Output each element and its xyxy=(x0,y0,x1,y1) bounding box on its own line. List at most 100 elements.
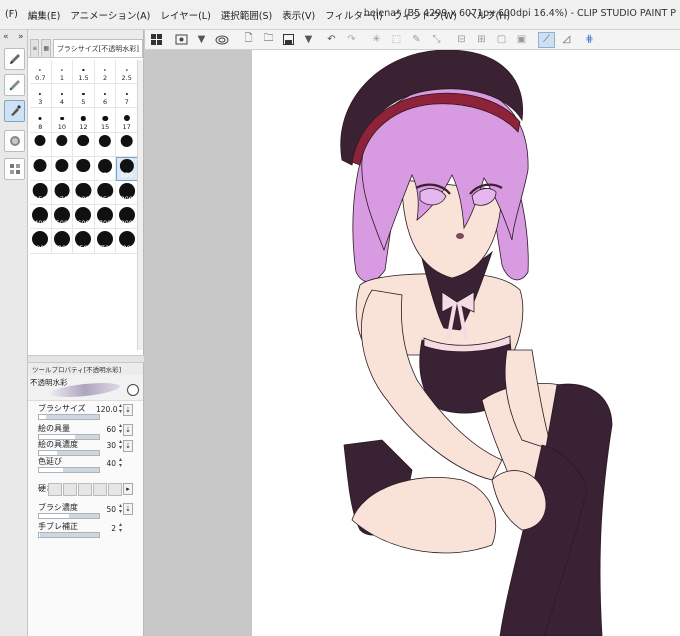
menu-view[interactable]: 表示(V) xyxy=(277,8,320,22)
hardness-selector[interactable] xyxy=(48,483,123,496)
brush-size-cell-8[interactable]: 8 xyxy=(30,108,52,133)
brush-size-cell-600[interactable]: 600 xyxy=(73,205,95,230)
hardness-level-2[interactable] xyxy=(63,483,77,496)
scale-button[interactable]: ⤡ xyxy=(428,32,445,48)
brush-size-cell-12[interactable]: 12 xyxy=(73,108,95,133)
save-dropdown-button[interactable]: ▼ xyxy=(300,32,317,48)
brush-size-cell-15[interactable]: 15 xyxy=(94,108,117,133)
brush-size-cell-17[interactable]: 17 xyxy=(116,108,138,133)
brush-size-cell-700[interactable]: 700 xyxy=(94,205,117,230)
brush-size-cell-5[interactable]: 5 xyxy=(73,84,95,109)
brush-size-cell-70[interactable]: 70 xyxy=(51,156,74,181)
brush-size-cell-2[interactable]: 2 xyxy=(94,60,117,85)
stabilization-spinner[interactable]: ▴ ▾ xyxy=(117,522,124,534)
brush-size-cell-50[interactable]: 50 xyxy=(116,132,138,157)
brush-size-cell-0_7[interactable]: 0.7 xyxy=(30,60,52,85)
open-file-button[interactable]: 🗀 xyxy=(260,32,277,48)
brush-density-value[interactable]: 50 xyxy=(96,505,116,514)
brush-size-cell-25[interactable]: 25 xyxy=(51,132,74,157)
brush-size-cell-7[interactable]: 7 xyxy=(116,84,138,109)
brush-size-cell-500[interactable]: 500 xyxy=(51,205,74,230)
collapse-right-icon[interactable]: » xyxy=(18,32,24,42)
ruler-snap-button[interactable]: ⟋ xyxy=(538,31,555,48)
brush-size-cell-1500[interactable]: 1500 xyxy=(73,229,95,254)
pen-edit-button[interactable]: ✎ xyxy=(408,32,425,48)
airbrush-tool-button[interactable] xyxy=(4,130,25,152)
brush-tool-button[interactable] xyxy=(4,100,25,122)
menu-selection[interactable]: 選択範囲(S) xyxy=(216,8,277,22)
brush-size-value[interactable]: 120.0 xyxy=(96,405,117,414)
brush-size-cell-10[interactable]: 10 xyxy=(51,108,74,133)
brush-size-cell-80[interactable]: 80 xyxy=(73,156,95,181)
brush-size-slider[interactable] xyxy=(38,414,100,420)
hardness-level-1[interactable] xyxy=(48,483,62,496)
stabilization-slider[interactable] xyxy=(38,532,100,538)
spiral-button[interactable] xyxy=(213,32,230,48)
new-file-button[interactable]: 🗋 xyxy=(240,32,257,48)
hardness-level-5[interactable] xyxy=(108,483,122,496)
selection-border-button[interactable]: ▢ xyxy=(493,32,510,48)
brush-size-cell-60[interactable]: 60 xyxy=(30,156,52,181)
brush-size-cell-200[interactable]: 200 xyxy=(73,180,95,206)
tool-property-tab[interactable]: ツールプロパティ[不透明水彩] xyxy=(32,364,121,374)
sub-tool-tab[interactable]: ▦ xyxy=(41,39,51,57)
crop-button[interactable]: ▣ xyxy=(513,32,530,48)
brush-size-cell-2_5[interactable]: 2.5 xyxy=(116,60,138,85)
brush-size-pressure-button[interactable]: ⇣ xyxy=(123,404,133,416)
menu-file[interactable]: (F) xyxy=(0,9,23,20)
brush-size-cell-3[interactable]: 3 xyxy=(30,84,52,109)
brush-size-cell-150[interactable]: 150 xyxy=(30,180,52,206)
panel-menu-tab[interactable]: ≡ xyxy=(30,39,40,57)
clear-button[interactable]: ✳ xyxy=(368,32,385,48)
invert-selection-button[interactable]: ⊞ xyxy=(473,32,490,48)
brush-size-cell-40[interactable]: 40 xyxy=(94,132,117,157)
brush-density-pressure-button[interactable]: ⇣ xyxy=(123,503,133,515)
grid-snap-button[interactable]: ⋕ xyxy=(581,32,598,48)
brush-size-cell-30[interactable]: 30 xyxy=(73,132,95,157)
collapse-left-icon[interactable]: « xyxy=(3,32,9,42)
decoration-tool-button[interactable] xyxy=(4,158,25,180)
magnify-icon[interactable] xyxy=(127,384,139,396)
brush-size-cell-6[interactable]: 6 xyxy=(94,84,117,109)
hardness-level-3[interactable] xyxy=(78,483,92,496)
grid-view-button[interactable] xyxy=(148,32,165,48)
brush-size-cell-400[interactable]: 400 xyxy=(30,205,52,230)
canvas-paper[interactable] xyxy=(252,50,680,636)
menu-animation[interactable]: アニメーション(A) xyxy=(65,8,155,22)
brush-size-cell-2000[interactable]: 2000 xyxy=(116,229,138,254)
brush-size-cell-1000[interactable]: 1000 xyxy=(30,229,52,254)
paint-density-value[interactable]: 30 xyxy=(96,441,116,450)
brush-size-cell-300[interactable]: 300 xyxy=(116,180,138,206)
transform-button[interactable]: ⬚ xyxy=(388,32,405,48)
brush-size-cell-120[interactable]: 120 xyxy=(116,156,138,181)
color-stretch-spinner[interactable]: ▴ ▾ xyxy=(117,457,124,469)
brush-size-cell-100[interactable]: 100 xyxy=(94,156,117,181)
undo-button[interactable]: ↶ xyxy=(323,32,340,48)
sync-button[interactable] xyxy=(173,32,190,48)
paint-amount-value[interactable]: 60 xyxy=(96,425,116,434)
deselect-button[interactable]: ⊟ xyxy=(453,32,470,48)
brush-size-cell-800[interactable]: 800 xyxy=(116,205,138,230)
pencil-tool-button[interactable] xyxy=(4,74,25,96)
color-stretch-value[interactable]: 40 xyxy=(96,459,116,468)
color-stretch-slider[interactable] xyxy=(38,467,100,473)
hardness-next-button[interactable]: ▸ xyxy=(123,483,133,495)
save-button[interactable] xyxy=(280,32,297,48)
menu-edit[interactable]: 編集(E) xyxy=(23,8,65,22)
brush-size-tab[interactable]: ブラシサイズ[不透明水彩] xyxy=(52,39,143,57)
paint-amount-pressure-button[interactable]: ⇣ xyxy=(123,424,133,436)
brush-size-cell-1_5[interactable]: 1.5 xyxy=(73,60,95,85)
dropdown-button[interactable]: ▼ xyxy=(193,32,210,48)
menu-layer[interactable]: レイヤー(L) xyxy=(155,8,215,22)
brush-size-cell-1200[interactable]: 1200 xyxy=(51,229,74,254)
brush-size-cell-1[interactable]: 1 xyxy=(51,60,74,85)
brush-size-cell-20[interactable]: 20 xyxy=(30,132,52,157)
panel-separator[interactable] xyxy=(28,355,144,363)
brush-size-cell-170[interactable]: 170 xyxy=(51,180,74,206)
brush-size-cell-250[interactable]: 250 xyxy=(94,180,117,206)
special-ruler-button[interactable]: ◿ xyxy=(558,32,575,48)
brush-size-cell-1700[interactable]: 1700 xyxy=(94,229,117,254)
brush-density-slider[interactable] xyxy=(38,513,100,519)
brush-size-scrollbar[interactable] xyxy=(137,60,143,350)
pen-tool-button[interactable] xyxy=(4,48,25,70)
